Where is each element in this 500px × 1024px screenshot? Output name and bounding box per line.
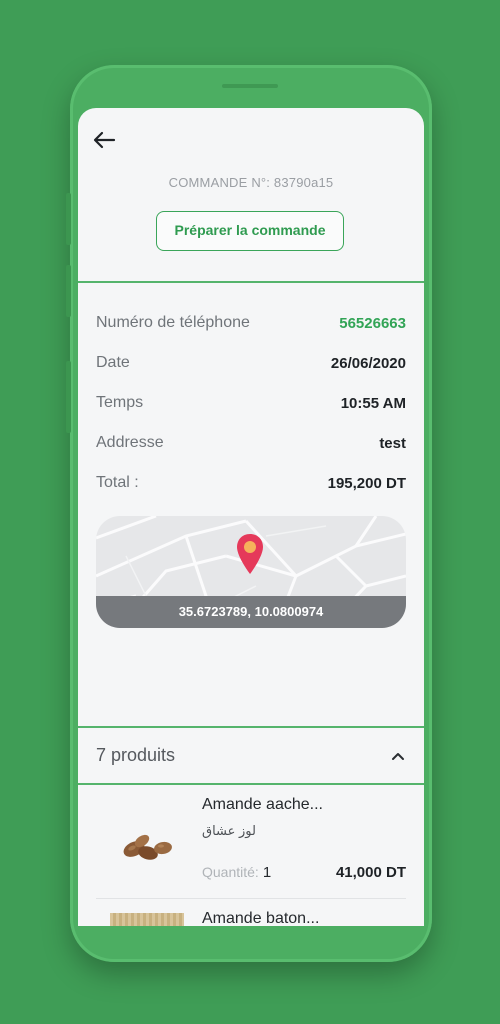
app-screen: COMMANDE N°: 83790a15 Préparer la comman… [78, 108, 424, 926]
header-divider [78, 281, 424, 283]
product-name: Amande aache... [202, 796, 323, 813]
list-item[interactable]: Amande baton... [96, 899, 406, 926]
detail-row-phone: Numéro de téléphone 56526663 [96, 303, 406, 343]
product-quantity: Quantité: 1 [202, 864, 271, 881]
volume-up-button [66, 193, 71, 245]
detail-row-address: Addresse test [96, 423, 406, 463]
chevron-up-icon[interactable] [390, 748, 406, 764]
volume-down-button [66, 265, 71, 317]
location-pin-icon [237, 534, 263, 574]
products-count: 7 produits [96, 745, 176, 765]
quantity-value: 1 [262, 864, 272, 881]
order-number: COMMANDE N°: 83790a15 [168, 175, 334, 190]
location-map[interactable]: 35.6723789, 10.0800974 [96, 516, 406, 628]
product-price: 41,000 DT [335, 864, 406, 881]
power-button [66, 361, 71, 433]
order-details: Numéro de téléphone 56526663 Date 26/06/… [96, 303, 406, 503]
detail-row-total: Total : 195,200 DT [96, 463, 406, 503]
address-value: test [379, 434, 406, 452]
date-label: Date [96, 354, 130, 371]
total-value: 195,200 DT [327, 474, 406, 492]
phone-label: Numéro de téléphone [96, 314, 250, 331]
products-list: Amande aache... لوز عشاق Quantité: 1 41,0… [78, 785, 424, 926]
list-item[interactable]: Amande aache... لوز عشاق Quantité: 1 41,0… [96, 785, 406, 899]
date-value: 26/06/2020 [330, 354, 406, 372]
product-name-arabic: لوز عشاق [202, 823, 256, 838]
detail-row-time: Temps 10:55 AM [96, 383, 406, 423]
product-image [123, 834, 172, 860]
time-value: 10:55 AM [340, 394, 406, 412]
speaker-grille [222, 84, 278, 88]
product-image [110, 913, 184, 926]
total-label: Total : [96, 474, 139, 491]
time-label: Temps [96, 394, 144, 411]
phone-frame: COMMANDE N°: 83790a15 Préparer la comman… [66, 65, 432, 962]
prepare-order-button[interactable]: Préparer la commande [156, 211, 344, 251]
product-name: Amande baton... [202, 910, 320, 926]
map-coordinates: 35.6723789, 10.0800974 [96, 596, 406, 628]
arrow-left-icon[interactable] [92, 130, 116, 150]
quantity-label: Quantité: [202, 864, 259, 880]
phone-value[interactable]: 56526663 [339, 315, 406, 332]
detail-row-date: Date 26/06/2020 [96, 343, 406, 383]
products-accordion-header[interactable]: 7 produits [78, 728, 424, 783]
address-label: Addresse [96, 434, 164, 451]
